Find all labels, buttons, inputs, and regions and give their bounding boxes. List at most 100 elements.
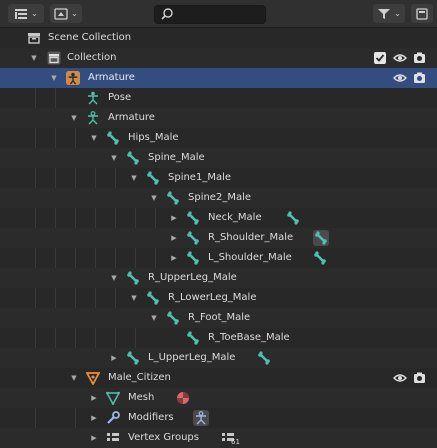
tree-row-modifiers[interactable]: ▶ Modifiers bbox=[0, 408, 437, 428]
new-collection-icon bbox=[416, 7, 428, 20]
material-icon[interactable] bbox=[176, 391, 190, 405]
disclosure-triangle-icon[interactable]: ▼ bbox=[130, 294, 138, 302]
tree-label: L_Shoulder_Male bbox=[208, 252, 292, 263]
bone-icon bbox=[147, 291, 159, 305]
tree-label: Spine_Male bbox=[148, 152, 205, 163]
tree-label: R_UpperLeg_Male bbox=[148, 272, 237, 283]
outliner-display-mode-icon bbox=[54, 7, 68, 20]
bone-icon[interactable] bbox=[286, 211, 300, 225]
new-collection-button[interactable] bbox=[411, 4, 433, 23]
tree-label: Scene Collection bbox=[48, 32, 132, 43]
camera-icon[interactable] bbox=[413, 72, 426, 84]
disclosure-triangle-icon[interactable]: ▶ bbox=[170, 234, 178, 242]
tree-row-bone[interactable]: ▶ L_UpperLeg_Male bbox=[0, 348, 437, 368]
disclosure-triangle-icon[interactable]: ▶ bbox=[90, 414, 98, 422]
tree-label: Collection bbox=[67, 52, 117, 63]
funnel-icon bbox=[378, 8, 391, 19]
bone-icon bbox=[187, 231, 199, 245]
tree-row-bone[interactable]: ▼ R_LowerLeg_Male bbox=[0, 288, 437, 308]
tree-label: R_Shoulder_Male bbox=[208, 232, 294, 243]
eye-icon[interactable] bbox=[393, 372, 407, 384]
tree-label: Vertex Groups bbox=[128, 432, 199, 443]
tree-label: L_UpperLeg_Male bbox=[148, 352, 236, 363]
active-bone-button[interactable] bbox=[313, 230, 329, 246]
disclosure-triangle-icon[interactable]: ▶ bbox=[170, 254, 178, 262]
disclosure-triangle-icon[interactable]: ▼ bbox=[90, 134, 98, 142]
tree-row-scene-collection[interactable]: Scene Collection bbox=[0, 28, 437, 48]
bone-icon[interactable] bbox=[257, 351, 271, 365]
tree-label: R_Foot_Male bbox=[188, 312, 251, 323]
search-input[interactable] bbox=[154, 5, 266, 24]
chevron-down-icon: ⌄ bbox=[394, 9, 401, 18]
tree-row-bone[interactable]: ▼ Spine_Male bbox=[0, 148, 437, 168]
tree-row-mesh-object[interactable]: ▼ Male_Citizen bbox=[0, 368, 437, 388]
tree-label: Pose bbox=[108, 92, 132, 103]
tree-row-bone[interactable]: ▼ Spine1_Male bbox=[0, 168, 437, 188]
tree-row-collection[interactable]: ▼ Collection bbox=[0, 48, 437, 68]
display-mode-button[interactable]: ⌄ bbox=[50, 4, 82, 23]
bone-icon bbox=[187, 331, 199, 345]
eye-icon[interactable] bbox=[393, 52, 407, 64]
bone-icon bbox=[127, 151, 139, 165]
disclosure-triangle-icon[interactable]: ▶ bbox=[90, 394, 98, 402]
disclosure-triangle-icon[interactable]: ▼ bbox=[150, 194, 158, 202]
search-icon bbox=[161, 8, 173, 20]
disclosure-triangle-icon[interactable]: ▼ bbox=[50, 74, 58, 82]
tree-row-armature-data[interactable]: ▼ Armature bbox=[0, 108, 437, 128]
tree-row-bone[interactable]: ▼ R_UpperLeg_Male bbox=[0, 268, 437, 288]
chevron-down-icon: ⌄ bbox=[31, 9, 38, 18]
disclosure-triangle-icon[interactable]: ▼ bbox=[110, 274, 118, 282]
vertex-groups-icon bbox=[107, 433, 119, 441]
bone-icon[interactable] bbox=[313, 251, 327, 265]
mesh-object-icon bbox=[86, 372, 100, 385]
vertex-groups-count: 61 bbox=[231, 438, 240, 446]
bone-icon bbox=[127, 351, 139, 365]
tree-label: Spine1_Male bbox=[168, 172, 232, 183]
tree-label: Modifiers bbox=[128, 412, 174, 423]
editor-type-button[interactable]: ⌄ bbox=[8, 4, 44, 23]
disclosure-triangle-icon[interactable]: ▼ bbox=[130, 174, 138, 182]
tree-label: Armature bbox=[108, 112, 155, 123]
mesh-data-icon bbox=[106, 391, 120, 405]
disclosure-triangle-icon[interactable]: ▼ bbox=[70, 374, 78, 382]
camera-icon[interactable] bbox=[413, 52, 426, 64]
tree-row-bone[interactable]: R_ToeBase_Male bbox=[0, 328, 437, 348]
checkbox-icon[interactable] bbox=[373, 51, 387, 65]
armature-modifier-button[interactable] bbox=[193, 410, 209, 426]
disclosure-triangle-icon[interactable]: ▼ bbox=[30, 54, 38, 62]
tree-row-bone[interactable]: ▶ Neck_Male bbox=[0, 208, 437, 228]
bone-icon bbox=[127, 271, 139, 285]
tree-row-mesh-data[interactable]: ▶ Mesh bbox=[0, 388, 437, 408]
outliner-header: ⌄ ⌄ ⌄ bbox=[0, 0, 437, 28]
bone-icon bbox=[167, 311, 179, 325]
collection-icon bbox=[47, 51, 61, 65]
tree-row-bone[interactable]: ▼ R_Foot_Male bbox=[0, 308, 437, 328]
disclosure-triangle-icon[interactable]: ▶ bbox=[90, 434, 98, 442]
tree-label: Mesh bbox=[128, 392, 155, 403]
tree-row-bone[interactable]: ▼ Hips_Male bbox=[0, 128, 437, 148]
disclosure-triangle-icon[interactable]: ▼ bbox=[110, 154, 118, 162]
tree-label: Male_Citizen bbox=[108, 372, 171, 383]
bone-icon bbox=[167, 191, 179, 205]
outliner-editor-icon bbox=[15, 8, 28, 19]
filter-button[interactable]: ⌄ bbox=[373, 4, 405, 23]
disclosure-triangle-icon[interactable]: ▼ bbox=[70, 114, 78, 122]
disclosure-triangle-icon[interactable]: ▼ bbox=[150, 314, 158, 322]
bone-icon bbox=[187, 211, 199, 225]
armature-data-icon bbox=[88, 111, 98, 125]
tree-row-bone[interactable]: ▼ Spine2_Male bbox=[0, 188, 437, 208]
tree-row-vertex-groups[interactable]: ▶ Vertex Groups 61 bbox=[0, 428, 437, 448]
tree-label: R_LowerLeg_Male bbox=[168, 292, 257, 303]
tree-row-bone[interactable]: ▶ L_Shoulder_Male bbox=[0, 248, 437, 268]
tree-row-pose[interactable]: Pose bbox=[0, 88, 437, 108]
eye-icon[interactable] bbox=[393, 72, 407, 84]
bone-icon bbox=[187, 251, 199, 265]
tree-row-armature-object[interactable]: ▼ Armature bbox=[0, 68, 437, 88]
bone-icon bbox=[315, 231, 327, 245]
outliner-tree: Scene Collection ▼ Collection ▼ Armature… bbox=[0, 28, 437, 448]
chevron-down-icon: ⌄ bbox=[71, 9, 78, 18]
camera-icon[interactable] bbox=[413, 372, 426, 384]
tree-row-bone[interactable]: ▶ R_Shoulder_Male bbox=[0, 228, 437, 248]
disclosure-triangle-icon[interactable]: ▶ bbox=[110, 354, 118, 362]
disclosure-triangle-icon[interactable]: ▶ bbox=[170, 214, 178, 222]
